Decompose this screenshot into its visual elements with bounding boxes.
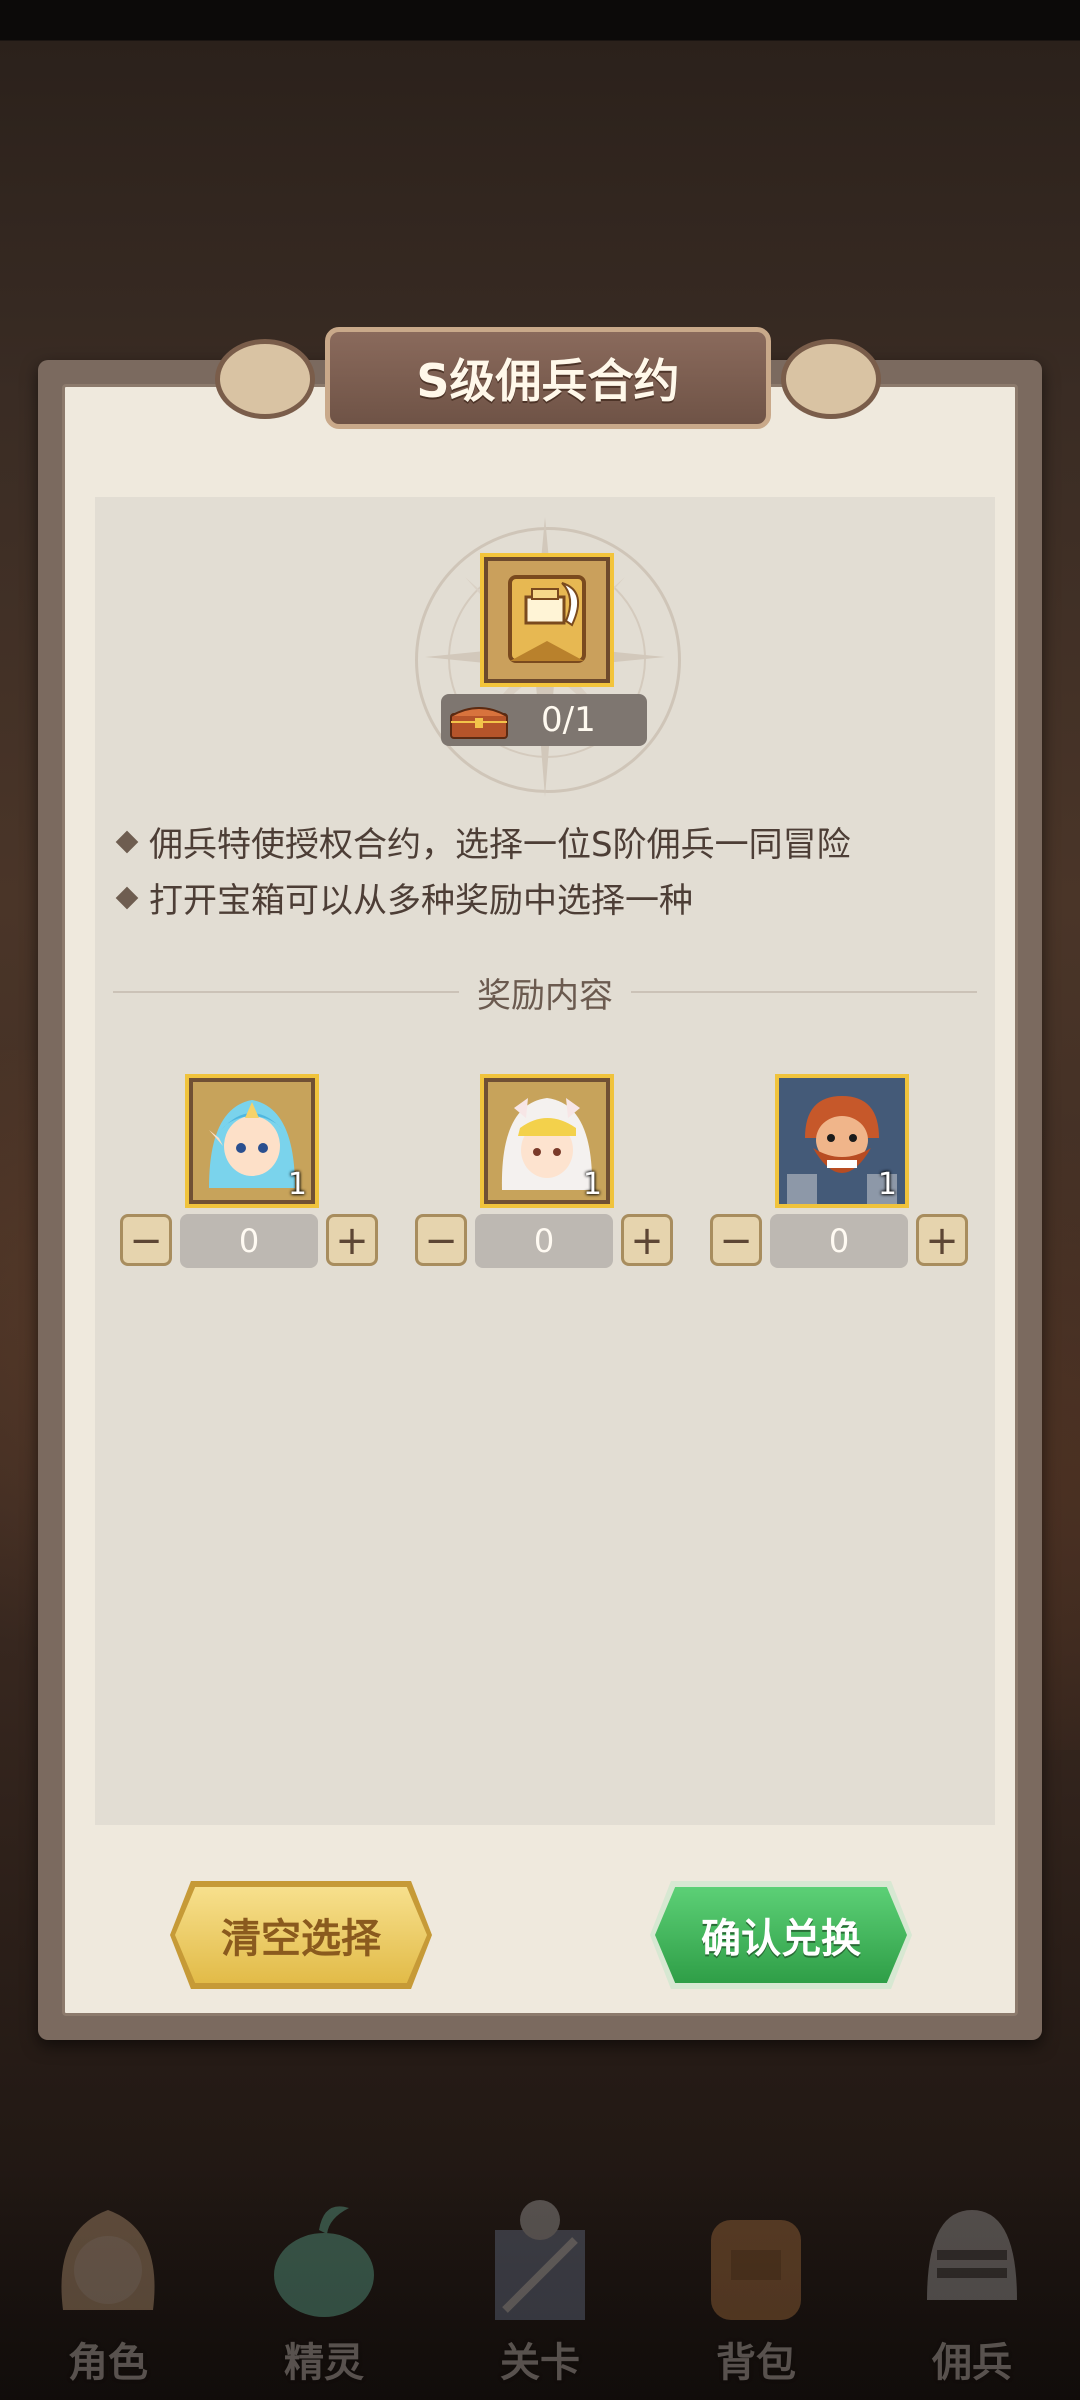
title-ornament-left: [215, 339, 315, 419]
contract-dialog: S级佣兵合约 0/1 佣兵特使授权合约，选择一位S阶佣兵一同冒险 打开宝箱可以从…: [38, 327, 1042, 2040]
decrease-button[interactable]: −: [710, 1214, 762, 1266]
reward-item-1: 1 − 0 +: [120, 1074, 378, 1284]
reward-item-3: 1 − 0 +: [710, 1074, 968, 1284]
content-panel: 0/1 佣兵特使授权合约，选择一位S阶佣兵一同冒险 打开宝箱可以从多种奖励中选择…: [95, 497, 995, 1825]
character-icon: [61, 2210, 155, 2310]
nav-label: 背包: [716, 2340, 796, 2386]
nav-item-spirit[interactable]: 精灵: [229, 2170, 419, 2400]
divider-line: [113, 991, 459, 993]
title-banner: S级佣兵合约: [325, 327, 771, 429]
item-count-pill: 0/1: [441, 694, 647, 746]
decrease-button[interactable]: −: [120, 1214, 172, 1266]
quantity-value: 0: [475, 1214, 613, 1268]
nav-item-mercenary[interactable]: 佣兵: [877, 2170, 1067, 2400]
nav-item-backpack[interactable]: 背包: [661, 2170, 851, 2400]
spirit-icon: [274, 2206, 374, 2317]
contract-scroll-icon: [508, 575, 586, 663]
confirm-exchange-button[interactable]: 确认兑换: [655, 1887, 907, 1983]
bottom-nav: 角色 精灵 关卡 背包 佣兵: [0, 2160, 1080, 2400]
increase-button[interactable]: +: [621, 1214, 673, 1266]
nav-item-character[interactable]: 角色: [13, 2170, 203, 2400]
dialog-title: S级佣兵合约: [416, 354, 680, 408]
nav-label: 佣兵: [932, 2340, 1012, 2386]
nav-item-stage[interactable]: 关卡: [445, 2170, 635, 2400]
reward-item-2: 1 − 0 +: [415, 1074, 673, 1284]
reward-avatar[interactable]: 1: [185, 1074, 319, 1208]
nav-label: 角色: [68, 2340, 148, 2386]
nav-label: 精灵: [284, 2340, 364, 2386]
quantity-value: 0: [770, 1214, 908, 1268]
reward-count: 1: [877, 1167, 897, 1202]
increase-button[interactable]: +: [916, 1214, 968, 1266]
decrease-button[interactable]: −: [415, 1214, 467, 1266]
backpack-icon: [711, 2220, 801, 2320]
description-line-1: 佣兵特使授权合约，选择一位S阶佣兵一同冒险: [113, 817, 851, 866]
description-text: 打开宝箱可以从多种奖励中选择一种: [149, 881, 693, 921]
bullet-diamond-icon: [115, 830, 139, 853]
nav-label: 关卡: [500, 2340, 580, 2386]
rewards-section-title: 奖励内容: [477, 975, 613, 1016]
rewards-section-header: 奖励内容: [95, 967, 995, 1017]
mercenary-icon: [927, 2210, 1017, 2300]
contract-item-frame[interactable]: [480, 553, 614, 687]
item-count-text: 0/1: [541, 700, 596, 740]
description-text: 佣兵特使授权合约，选择一位S阶佣兵一同冒险: [149, 825, 851, 865]
reward-avatar[interactable]: 1: [480, 1074, 614, 1208]
reward-count: 1: [287, 1167, 307, 1202]
bullet-diamond-icon: [115, 886, 139, 909]
clear-selection-button[interactable]: 清空选择: [175, 1887, 427, 1983]
stage-icon: [495, 2200, 585, 2320]
treasure-chest-icon: [450, 707, 508, 739]
divider-line: [631, 991, 977, 993]
title-ornament-right: [781, 339, 881, 419]
dialog-body: S级佣兵合约 0/1 佣兵特使授权合约，选择一位S阶佣兵一同冒险 打开宝箱可以从…: [62, 327, 1018, 2016]
reward-count: 1: [582, 1167, 602, 1202]
reward-avatar[interactable]: 1: [775, 1074, 909, 1208]
description-line-2: 打开宝箱可以从多种奖励中选择一种: [113, 873, 693, 922]
quantity-value: 0: [180, 1214, 318, 1268]
increase-button[interactable]: +: [326, 1214, 378, 1266]
